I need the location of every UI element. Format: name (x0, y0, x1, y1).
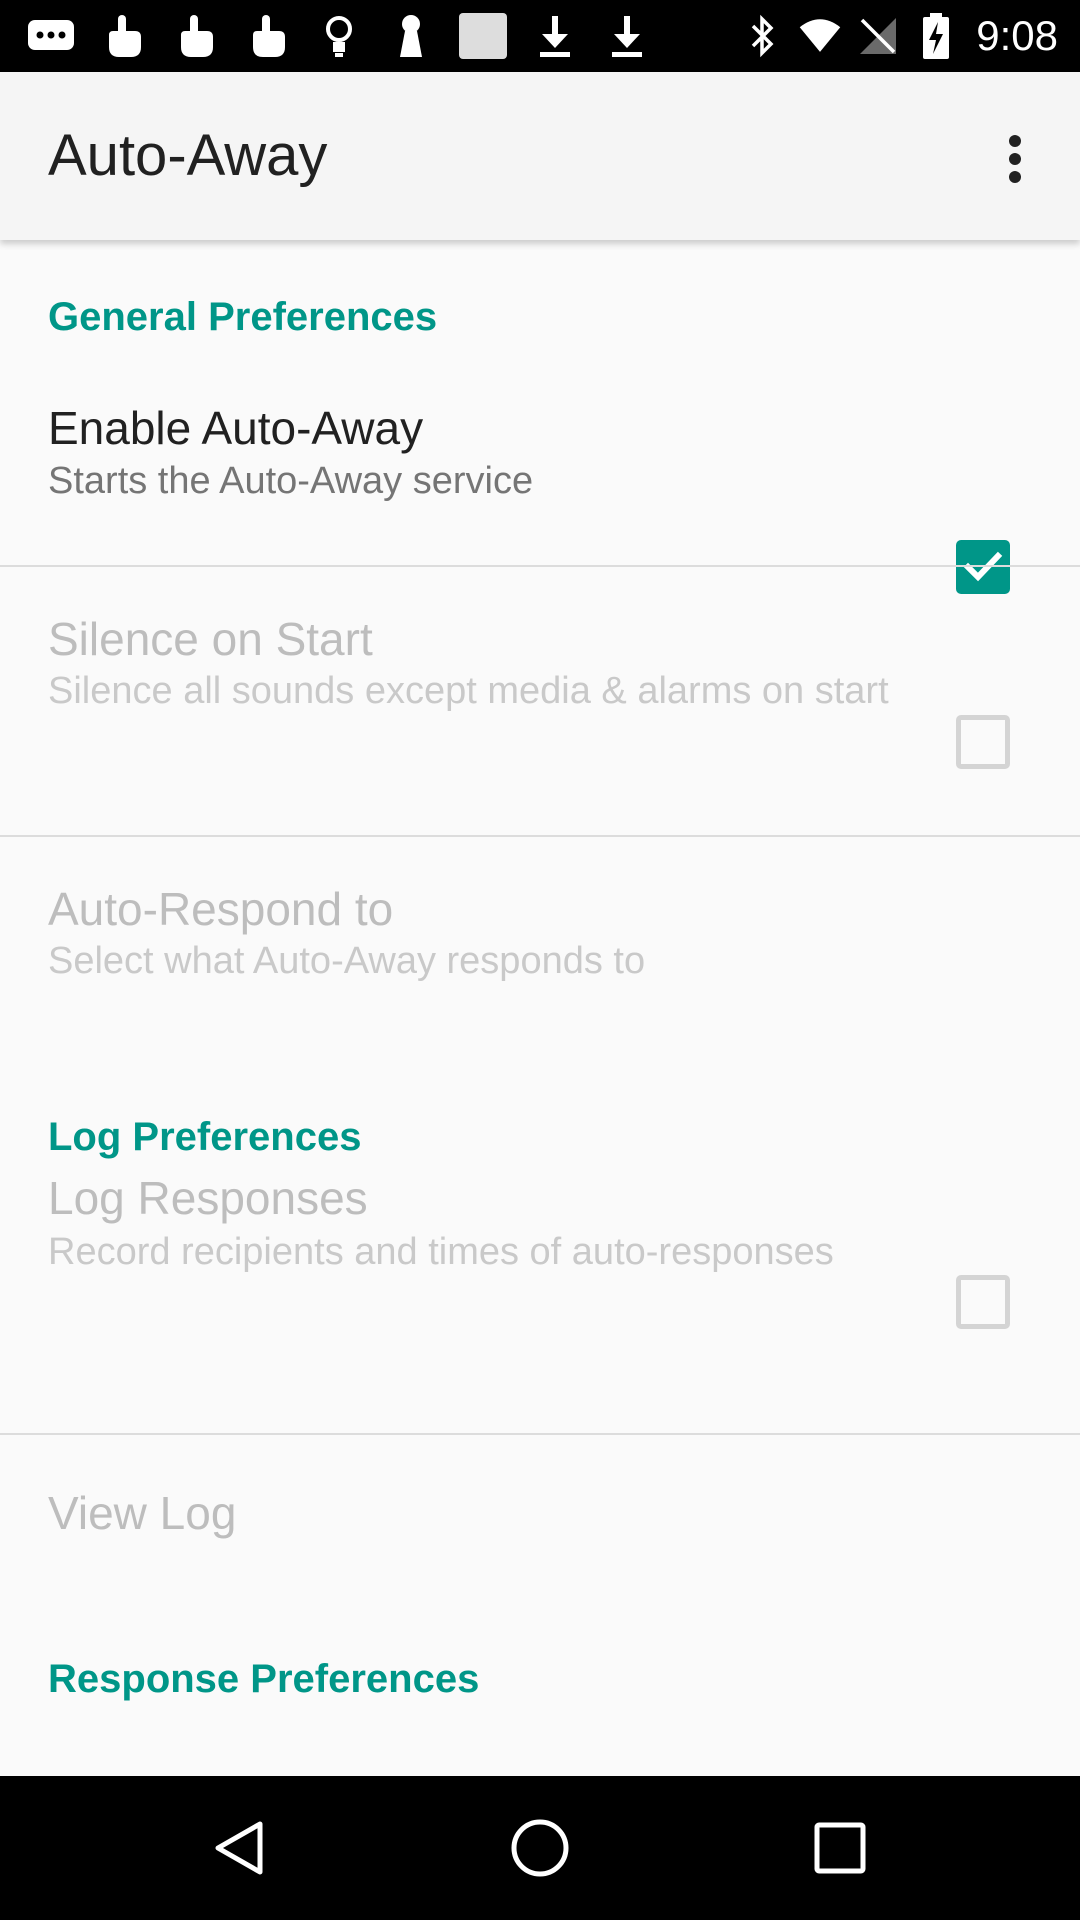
category-log: Log Preferences (48, 1115, 362, 1159)
status-clock: 9:08 (976, 12, 1058, 59)
touch-icon (170, 10, 220, 62)
notification-icons (26, 10, 674, 62)
wifi-icon (798, 10, 842, 62)
bluetooth-icon (740, 10, 784, 62)
download-icon (530, 10, 580, 62)
pref-view-log[interactable]: View Log (0, 1435, 1080, 1615)
back-button[interactable] (200, 1808, 280, 1888)
pref-enable-auto-away[interactable]: Enable Auto-Away Starts the Auto-Away se… (0, 350, 1080, 594)
system-icons: 9:08 (726, 10, 1058, 62)
pref-auto-respond-to[interactable]: Auto-Respond to Select what Auto-Away re… (0, 837, 1080, 1037)
app-bar: Auto-Away (0, 72, 1080, 240)
app-title: Auto-Away (48, 123, 328, 188)
status-bar: 9:08 (0, 0, 1080, 72)
pref-summary: Starts the Auto-Away service (48, 460, 534, 502)
pref-silence-on-start[interactable]: Silence on Start Silence all sounds exce… (0, 567, 1080, 837)
battery-charging-icon (914, 10, 958, 62)
download-icon (602, 10, 652, 62)
more-options-button[interactable] (980, 124, 1050, 194)
more-vert-icon (1009, 135, 1021, 183)
silence-checkbox[interactable] (956, 715, 1010, 769)
touch-icon (98, 10, 148, 62)
pref-summary: Record recipients and times of auto-resp… (48, 1231, 834, 1273)
recents-icon (814, 1822, 866, 1874)
pref-summary: Silence all sounds except media & alarms… (48, 670, 889, 712)
pref-summary: Select what Auto-Away responds to (48, 940, 646, 982)
home-button[interactable] (500, 1808, 580, 1888)
pref-title: Log Responses (48, 1172, 368, 1224)
recents-button[interactable] (800, 1808, 880, 1888)
keyhole-icon (386, 10, 436, 62)
touch-icon (242, 10, 292, 62)
pref-title: Auto-Respond to (48, 883, 394, 935)
category-general: General Preferences (48, 295, 438, 339)
pref-title: Enable Auto-Away (48, 402, 424, 454)
message-icon (26, 10, 76, 62)
log-responses-checkbox[interactable] (956, 1275, 1010, 1329)
pref-title: View Log (48, 1487, 237, 1539)
home-icon (511, 1819, 569, 1877)
preferences-list[interactable]: General Preferences Enable Auto-Away Sta… (0, 240, 1080, 1776)
no-signal-icon (856, 10, 900, 62)
image-icon (458, 10, 508, 62)
pref-title: Silence on Start (48, 613, 373, 665)
pref-log-responses[interactable]: Log Responses Record recipients and time… (0, 1170, 1080, 1432)
back-icon (215, 1821, 263, 1875)
lightbulb-icon (314, 10, 364, 62)
navigation-bar (0, 1776, 1080, 1920)
category-response: Response Preferences (48, 1657, 480, 1701)
